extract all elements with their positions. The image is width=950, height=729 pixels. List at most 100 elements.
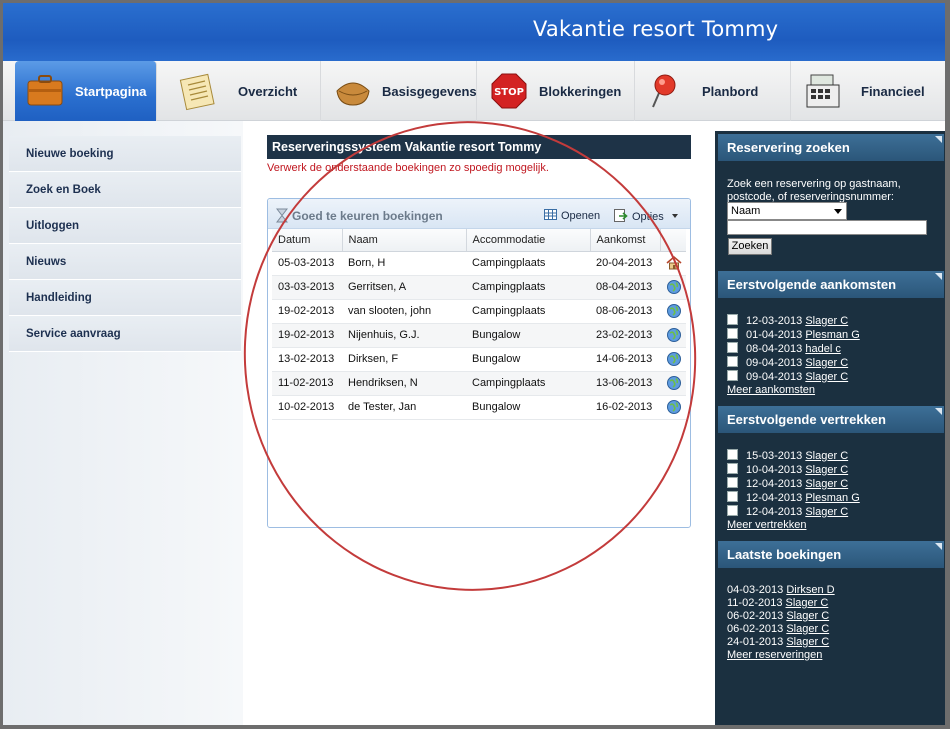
table-row[interactable]: 10-02-2013 de Tester, Jan Bungalow 16-02-20…	[272, 395, 686, 420]
list-item-name-link[interactable]: Slager C	[786, 610, 829, 622]
column-header-naam[interactable]: Naam	[342, 229, 467, 252]
table-row[interactable]: 19-02-2013 Nijenhuis, G.J. Bungalow 23-02-2…	[272, 323, 686, 348]
departures-title: Eerstvolgende vertrekken	[718, 406, 944, 433]
checkbox[interactable]	[727, 491, 738, 502]
chevron-down-icon	[834, 209, 842, 214]
list-item-name-link[interactable]: Slager C	[805, 315, 848, 327]
cell-accommodatie: Bungalow	[466, 395, 590, 420]
checkbox[interactable]	[727, 449, 738, 460]
row-action-cell[interactable]	[660, 299, 686, 324]
chevron-down-icon	[671, 214, 678, 218]
latest-bookings-list: 04-03-2013 Dirksen D 11-02-2013 Slager C0…	[727, 584, 835, 662]
sidebar-item-uitloggen[interactable]: Uitloggen	[9, 208, 241, 244]
list-item-name-link[interactable]: Slager C	[786, 623, 829, 635]
list-item-name-link[interactable]: hadel c	[805, 343, 840, 355]
search-description: Zoek een reservering op gastnaam, postco…	[727, 178, 901, 204]
sidebar-item-zoek-en-boek[interactable]: Zoek en Boek	[9, 172, 241, 208]
column-header-accommodatie[interactable]: Accommodatie	[466, 229, 591, 252]
column-header-datum[interactable]: Datum	[272, 229, 343, 252]
row-action-cell[interactable]	[660, 395, 686, 420]
row-action-cell[interactable]	[660, 347, 686, 372]
open-button[interactable]: Openen	[544, 209, 600, 222]
checkbox[interactable]	[727, 370, 738, 381]
cell-aankomst: 08-06-2013	[590, 299, 660, 324]
options-button[interactable]: Opties	[614, 209, 678, 223]
list-item-name-link[interactable]: Slager C	[786, 636, 829, 648]
row-action-cell[interactable]	[660, 371, 686, 396]
checkbox[interactable]	[727, 463, 738, 474]
tab-planbord[interactable]: Planbord	[635, 61, 791, 121]
tab-overzicht[interactable]: Overzicht	[163, 61, 321, 121]
app-window: Vakantie resort Tommy Startpagina Overzi…	[0, 0, 950, 729]
tab-label: Planbord	[702, 83, 759, 99]
search-type-select[interactable]: Naam	[727, 202, 847, 220]
svg-text:STOP: STOP	[494, 87, 524, 98]
row-action-cell[interactable]	[660, 275, 686, 300]
page-title: Reserveringssysteem Vakantie resort Tomm…	[267, 135, 691, 159]
tab-blokkeringen[interactable]: STOP Blokkeringen	[477, 61, 635, 121]
list-item-date: 24-01-2013	[727, 636, 784, 648]
globe-icon[interactable]	[666, 351, 682, 367]
tab-startpagina[interactable]: Startpagina	[15, 61, 157, 121]
cell-accommodatie: Campingplaats	[466, 275, 590, 300]
sidebar-item-nieuwe-boeking[interactable]: Nieuwe boeking	[9, 136, 241, 172]
list-item: 12-03-2013 Slager C	[727, 314, 860, 328]
tab-financieel[interactable]: Financieel	[791, 61, 945, 121]
tab-basisgegevens[interactable]: Basisgegevens	[321, 61, 477, 121]
globe-icon[interactable]	[666, 303, 682, 319]
list-item-date: 12-04-2013	[746, 492, 803, 504]
globe-icon[interactable]	[666, 399, 682, 415]
list-item-name-link[interactable]: Slager C	[805, 357, 848, 369]
search-input[interactable]	[727, 220, 927, 235]
globe-icon[interactable]	[666, 279, 682, 295]
more-departures-link[interactable]: Meer vertrekken	[727, 519, 860, 532]
cell-datum: 05-03-2013	[272, 251, 342, 276]
column-header-action	[660, 229, 686, 252]
list-item-name-link[interactable]: Slager C	[805, 478, 848, 490]
table-row[interactable]: 11-02-2013 Hendriksen, N Campingplaats 13-0…	[272, 371, 686, 396]
list-item-name-link[interactable]: Slager C	[805, 450, 848, 462]
checkbox[interactable]	[727, 477, 738, 488]
list-item-date: 01-04-2013	[746, 329, 803, 341]
more-arrivals-link[interactable]: Meer aankomsten	[727, 384, 860, 397]
list-item: 15-03-2013 Slager C	[727, 449, 860, 463]
table-row[interactable]: 13-02-2013 Dirksen, F Bungalow 14-06-2013	[272, 347, 686, 372]
list-item: 24-01-2013 Slager C	[727, 636, 835, 649]
list-item-name-link[interactable]: Dirksen D	[786, 584, 834, 596]
more-latest-link[interactable]: Meer reserveringen	[727, 649, 835, 662]
checkbox[interactable]	[727, 314, 738, 325]
cell-naam: Gerritsen, A	[342, 275, 466, 300]
column-header-aankomst[interactable]: Aankomst	[590, 229, 661, 252]
table-row[interactable]: 19-02-2013 van slooten, john Campingplaats…	[272, 299, 686, 324]
checkbox[interactable]	[727, 342, 738, 353]
cell-naam: Born, H	[342, 251, 466, 276]
checkbox[interactable]	[727, 328, 738, 339]
list-item-name-link[interactable]: Plesman G	[805, 492, 859, 504]
table-row[interactable]: 05-03-2013 Born, H Campingplaats 20-04-2013	[272, 251, 686, 276]
house-icon[interactable]	[666, 255, 682, 271]
list-item-date: 12-03-2013	[746, 315, 803, 327]
list-item-name-link[interactable]: Slager C	[805, 371, 848, 383]
table-row[interactable]: 03-03-2013 Gerritsen, A Campingplaats 08-04…	[272, 275, 686, 300]
search-button[interactable]: Zoeken	[728, 238, 772, 255]
checkbox[interactable]	[727, 356, 738, 367]
pushpin-icon	[652, 74, 676, 108]
list-item-name-link[interactable]: Slager C	[786, 597, 829, 609]
list-item-name-link[interactable]: Slager C	[805, 506, 848, 518]
sidebar-item-service-aanvraag[interactable]: Service aanvraag	[9, 316, 241, 352]
checkbox[interactable]	[727, 505, 738, 516]
cell-datum: 10-02-2013	[272, 395, 342, 420]
globe-icon[interactable]	[666, 375, 682, 391]
list-item-date: 06-02-2013	[727, 623, 784, 635]
globe-icon[interactable]	[666, 327, 682, 343]
list-item-name-link[interactable]: Slager C	[805, 464, 848, 476]
row-action-cell[interactable]	[660, 323, 686, 348]
cell-naam: Dirksen, F	[342, 347, 466, 372]
sidebar-item-handleiding[interactable]: Handleiding	[9, 280, 241, 316]
sidebar-item-nieuws[interactable]: Nieuws	[9, 244, 241, 280]
briefcase-icon	[27, 75, 63, 106]
row-action-cell[interactable]	[660, 251, 686, 276]
cell-accommodatie: Bungalow	[466, 323, 590, 348]
bookings-panel: Goed te keuren boekingen Openen Opties D…	[267, 198, 691, 528]
list-item-name-link[interactable]: Plesman G	[805, 329, 859, 341]
